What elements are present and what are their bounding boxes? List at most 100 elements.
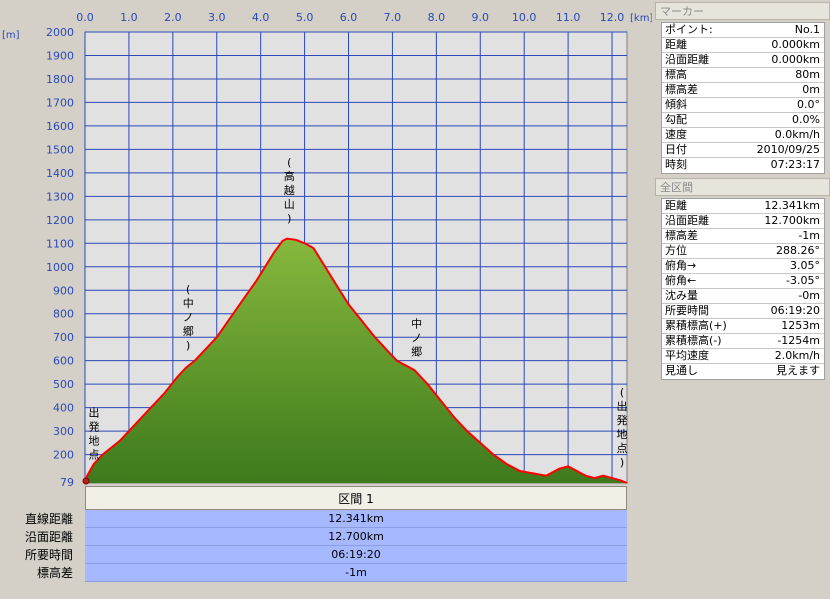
row-value: 12.700km [85,528,627,546]
row-label: 直線距離 [24,512,73,526]
x-unit-label: [km] [630,13,652,24]
property-row: 日付 2010/09/25 [662,143,824,158]
property-row: 沈み量 -0m [662,289,824,304]
property-key: 平均速度 [665,349,709,362]
property-value: 80m [795,68,820,81]
section-row: 直線距離 12.341km [0,510,652,528]
start-marker[interactable] [82,477,90,485]
x-tick-label: 3.0 [208,11,226,24]
property-row: 沿面距離 0.000km [662,53,824,68]
property-row: 標高 80m [662,68,824,83]
row-value: 12.341km [85,510,627,528]
y-tick-label: 1000 [46,261,74,274]
property-row: 俯角← -3.05° [662,274,824,289]
total-panel-title[interactable]: 全区間 [655,178,830,196]
x-tick-label: 0.0 [76,11,94,24]
y-tick-label: 500 [53,378,74,391]
y-tick-label: 1800 [46,73,74,86]
y-tick-label: 1300 [46,190,74,203]
property-key: 俯角→ [665,259,697,272]
property-row: ポイント: No.1 [662,23,824,38]
property-row: 傾斜 0.0° [662,98,824,113]
property-row: 標高差 0m [662,83,824,98]
property-key: 標高差 [665,83,698,96]
property-key: 距離 [665,199,687,212]
section-row: 所要時間 06:19:20 [0,546,652,564]
property-value: -1254m [777,334,820,347]
side-panel: マーカー ポイント: No.1 距離 0.000km 沿面距離 0.000km 標高 80m 標… [655,0,830,599]
y-tick-label: 1700 [46,96,74,109]
property-row: 標高差 -1m [662,229,824,244]
property-value: 12.700km [764,214,820,227]
property-key: 見通し [665,364,698,377]
y-tick-label: 600 [53,355,74,368]
property-value: 06:19:20 [770,304,820,317]
property-row: 勾配 0.0% [662,113,824,128]
x-tick-label: 12.0 [600,11,625,24]
property-key: 沿面距離 [665,214,709,227]
property-value: 1253m [781,319,820,332]
property-key: 傾斜 [665,98,687,111]
property-key: 標高差 [665,229,698,242]
y-tick-label: 300 [53,425,74,438]
property-value: 2010/09/25 [756,143,820,156]
x-tick-label: 9.0 [472,11,490,24]
property-value: 0.000km [771,38,820,51]
property-value: 見えます [776,364,820,377]
property-key: 日付 [665,143,687,156]
y-tick-label: 1400 [46,167,74,180]
property-value: -1m [798,229,820,242]
y-tick-label: 200 [53,449,74,462]
property-value: 12.341km [764,199,820,212]
property-key: 所要時間 [665,304,709,317]
row-label: 所要時間 [24,548,73,562]
x-tick-label: 8.0 [428,11,446,24]
total-properties: 距離 12.341km 沿面距離 12.700km 標高差 -1m 方位 288.26° 俯角→… [661,198,825,380]
y-axis-ticks: 2000 1900 1800 1700 1600 1500 1400 1300 1200 1100… [46,26,74,462]
property-row: 平均速度 2.0km/h [662,349,824,364]
property-key: 勾配 [665,113,687,126]
property-value: 0.0° [797,98,820,111]
y-tick-label: 1100 [46,237,74,250]
section-row: 沿面距離 12.700km [0,528,652,546]
waypoint-label: 中ノ郷 [411,317,422,358]
property-value: 0.0% [792,113,820,126]
property-value: 0.0km/h [774,128,820,141]
y-tick-label: 1500 [46,143,74,156]
property-value: 0.000km [771,53,820,66]
section-header[interactable]: 区間 1 [85,486,627,510]
marker-panel-title[interactable]: マーカー [655,2,830,20]
x-tick-label: 4.0 [252,11,270,24]
property-row: 累積標高(-) -1254m [662,334,824,349]
y-min-label: 79 [60,476,74,486]
property-value: -0m [798,289,820,302]
row-label: 沿面距離 [24,530,73,544]
property-key: 距離 [665,38,687,51]
property-key: 累積標高(+) [665,319,727,332]
y-unit-label: [m] [2,30,20,41]
property-value: 07:23:17 [770,158,820,171]
property-row: 沿面距離 12.700km [662,214,824,229]
property-row: 累積標高(+) 1253m [662,319,824,334]
property-key: 累積標高(-) [665,334,722,347]
y-tick-label: 1900 [46,49,74,62]
x-tick-label: 10.0 [512,11,537,24]
section-row: 標高差 -1m [0,564,652,582]
row-value: -1m [85,564,627,582]
property-row: 距離 12.341km [662,199,824,214]
x-tick-label: 11.0 [556,11,581,24]
property-value: 0m [802,83,820,96]
property-row: 俯角→ 3.05° [662,259,824,274]
x-tick-label: 5.0 [296,11,314,24]
property-value: No.1 [794,23,820,36]
property-row: 方位 288.26° [662,244,824,259]
property-value: -3.05° [786,274,820,287]
property-value: 2.0km/h [774,349,820,362]
x-tick-label: 1.0 [120,11,138,24]
x-tick-label: 2.0 [164,11,182,24]
property-row: 距離 0.000km [662,38,824,53]
property-value: 288.26° [776,244,820,257]
marker-properties: ポイント: No.1 距離 0.000km 沿面距離 0.000km 標高 80m 標高差 0m 傾… [661,22,825,174]
property-key: 俯角← [665,274,697,287]
property-value: 3.05° [790,259,820,272]
